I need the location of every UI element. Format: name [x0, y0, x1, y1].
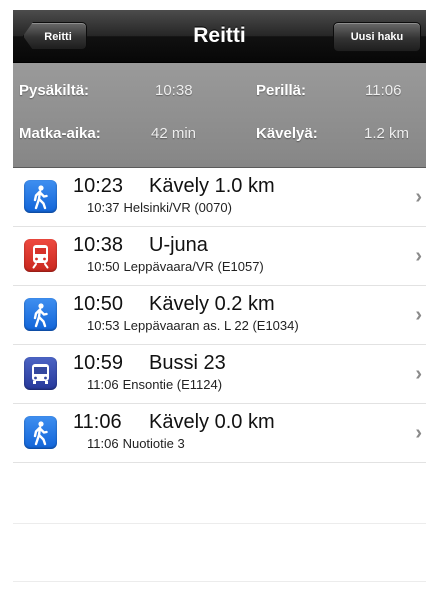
list-divider — [13, 581, 426, 582]
leg-stop-name: Helsinki/VR (0070) — [123, 200, 232, 215]
leg-arrival-info: 10:53 Leppävaaran as. L 22 (E1034) — [87, 318, 299, 333]
walk-icon — [24, 416, 57, 449]
walk-icon — [24, 180, 57, 213]
chevron-right-icon: › — [415, 422, 422, 444]
departure-label: Pysäkiltä: — [19, 82, 90, 99]
leg-arrival-time: 11:06 — [87, 436, 119, 451]
leg-stop-name: Leppävaaran as. L 22 (E1034) — [123, 318, 299, 333]
leg-arrival-time: 10:37 — [87, 200, 120, 215]
leg-arrival-info: 10:37 Helsinki/VR (0070) — [87, 200, 232, 215]
leg-departure-time: 11:06 — [73, 411, 122, 433]
chevron-right-icon: › — [415, 363, 422, 385]
leg-departure-time: 10:50 — [73, 293, 124, 315]
leg-mode: U-juna — [149, 234, 208, 256]
chevron-right-icon: › — [415, 186, 422, 208]
leg-mode: Kävely 0.2 km — [149, 293, 275, 315]
leg-arrival-time: 10:50 — [87, 259, 120, 274]
arrival-value: 11:06 — [365, 82, 402, 99]
list-divider — [13, 523, 426, 524]
leg-departure-time: 10:38 — [73, 234, 124, 256]
route-leg-row[interactable]: 10:59 Bussi 23 11:06 Ensontie (E1124) › — [13, 345, 426, 404]
leg-mode: Kävely 0.0 km — [149, 411, 275, 433]
leg-arrival-time: 10:53 — [87, 318, 120, 333]
leg-stop-name: Nuotiotie 3 — [122, 436, 185, 451]
leg-mode: Bussi 23 — [149, 352, 226, 374]
leg-departure-time: 10:23 — [73, 175, 124, 197]
leg-arrival-info: 10:50 Leppävaara/VR (E1057) — [87, 259, 264, 274]
leg-stop-name: Leppävaara/VR (E1057) — [123, 259, 264, 274]
arrival-label: Perillä: — [256, 82, 307, 99]
back-button[interactable]: Reitti — [23, 22, 87, 50]
navigation-bar: Reitti Reitti Uusi haku — [13, 10, 426, 63]
walk-icon — [24, 298, 57, 331]
walking-label: Kävelyä: — [256, 125, 318, 142]
leg-arrival-info: 11:06 Nuotiotie 3 — [87, 436, 185, 451]
walking-value: 1.2 km — [364, 125, 410, 142]
route-leg-row[interactable]: 10:50 Kävely 0.2 km 10:53 Leppävaaran as.… — [13, 286, 426, 345]
duration-label: Matka-aika: — [19, 125, 101, 142]
new-search-button[interactable]: Uusi haku — [333, 22, 421, 52]
route-leg-row[interactable]: 10:23 Kävely 1.0 km 10:37 Helsinki/VR (00… — [13, 168, 426, 227]
route-summary: Pysäkiltä: 10:38 Perillä: 11:06 Matka-ai… — [13, 63, 426, 168]
departure-value: 10:38 — [155, 82, 193, 99]
leg-stop-name: Ensontie (E1124) — [122, 377, 223, 392]
chevron-right-icon: › — [415, 304, 422, 326]
leg-departure-time: 10:59 — [73, 352, 124, 374]
route-leg-row[interactable]: 11:06 Kävely 0.0 km 11:06 Nuotiotie 3 › — [13, 404, 426, 463]
duration-value: 42 min — [151, 125, 197, 142]
chevron-right-icon: › — [415, 245, 422, 267]
leg-arrival-time: 11:06 — [87, 377, 119, 392]
route-leg-row[interactable]: 10:38 U-juna 10:50 Leppävaara/VR (E1057) … — [13, 227, 426, 286]
train-icon — [24, 239, 57, 272]
leg-arrival-info: 11:06 Ensontie (E1124) — [87, 377, 222, 392]
leg-mode: Kävely 1.0 km — [149, 175, 275, 197]
bus-icon — [24, 357, 57, 390]
route-legs-list: 10:23 Kävely 1.0 km 10:37 Helsinki/VR (00… — [13, 168, 426, 463]
